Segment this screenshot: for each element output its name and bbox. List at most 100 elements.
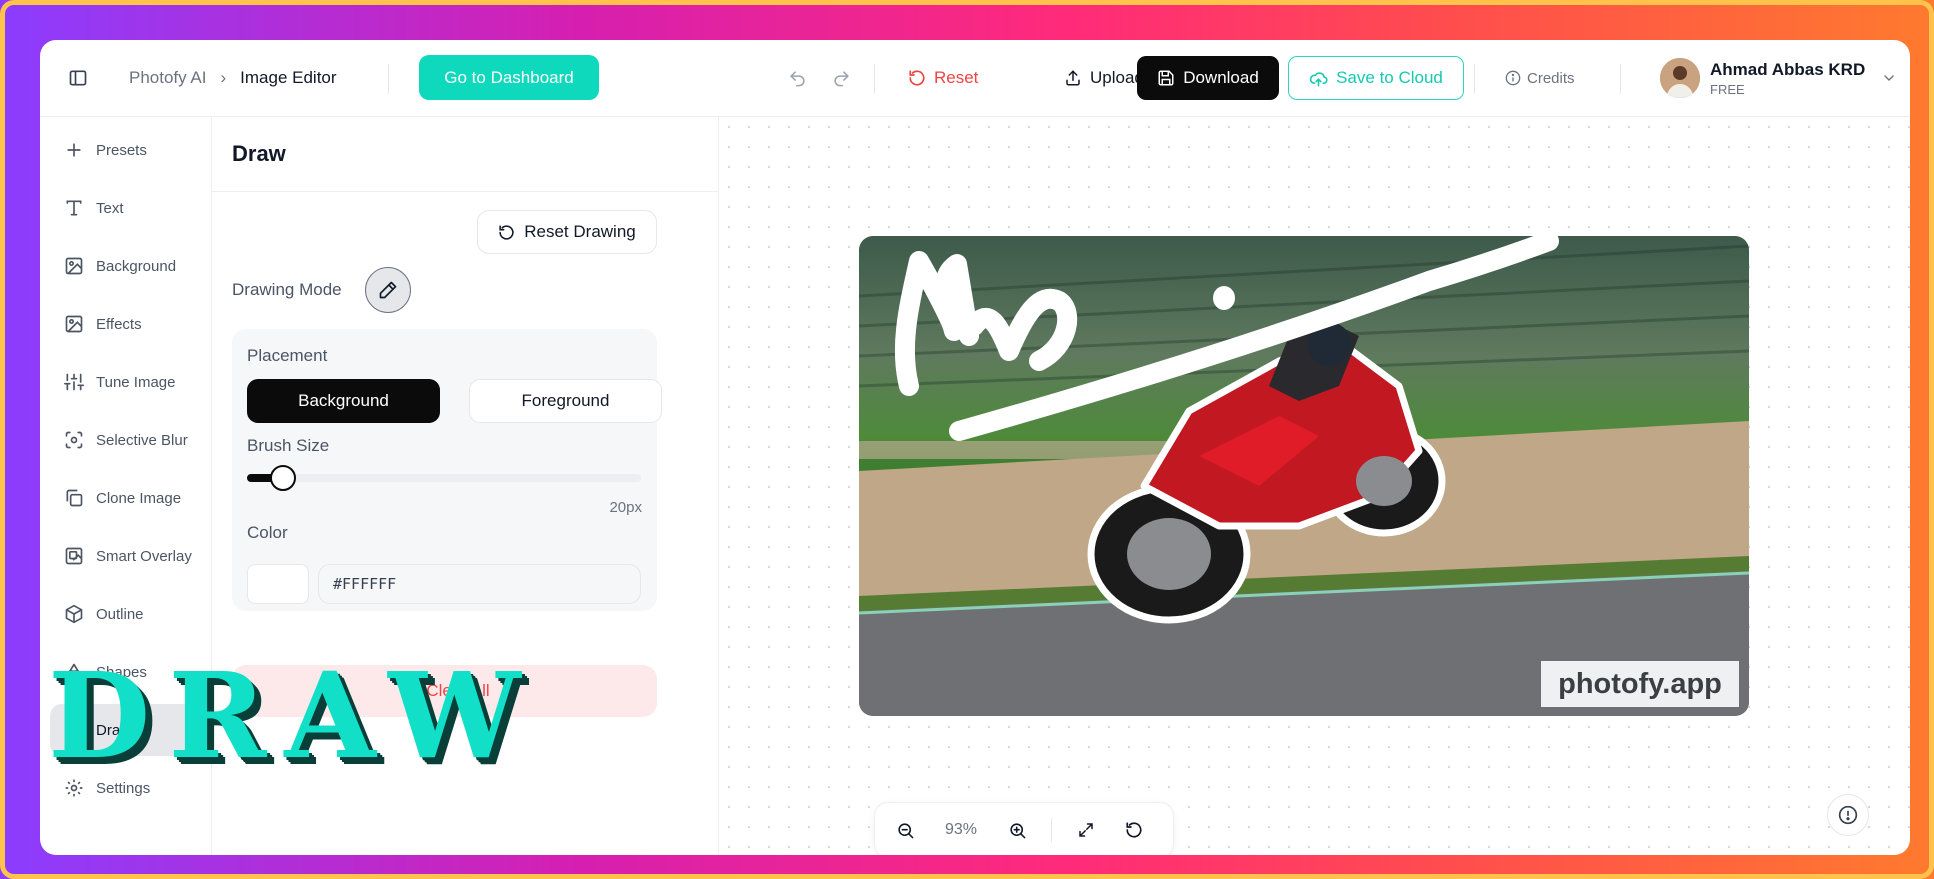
overlay-icon [65, 547, 83, 565]
user-plan: FREE [1710, 81, 1745, 97]
undo-icon [789, 70, 805, 86]
user-menu[interactable]: Ahmad Abbas KRD FREE [1660, 58, 1897, 98]
download-label: Download [1183, 68, 1259, 87]
top-bar: Photofy AI › Image Editor Go to Dashboar… [40, 40, 1910, 117]
rotate-ccw-icon [1126, 822, 1142, 838]
breadcrumb-current: Image Editor [240, 68, 337, 87]
app-window: Photofy AI › Image Editor Go to Dashboar… [40, 40, 1910, 855]
breadcrumb-separator: › [220, 68, 227, 87]
brush-size-slider[interactable] [247, 465, 641, 491]
reset-button[interactable]: Reset [898, 56, 988, 100]
cube-icon [65, 604, 83, 624]
user-name: Ahmad Abbas KRD [1710, 59, 1866, 79]
reset-drawing-label: Reset Drawing [524, 222, 636, 241]
sidebar-item-label: Effects [96, 315, 142, 333]
divider [388, 64, 389, 94]
info-icon [1505, 70, 1521, 86]
save-icon [1158, 70, 1174, 86]
sidebar-item-clone-image[interactable]: Clone Image [50, 472, 202, 524]
sidebar-item-text[interactable]: Text [50, 182, 202, 234]
panel-left-icon [69, 70, 87, 86]
zoom-out-button[interactable] [881, 802, 929, 855]
sidebar-item-outline[interactable]: Outline [50, 588, 202, 640]
draw-overlay-title: DRAW [48, 646, 539, 785]
sidebar-item-label: Presets [96, 141, 147, 159]
help-button[interactable] [1827, 794, 1869, 836]
upload-label: Upload [1090, 68, 1144, 87]
pencil-icon [379, 281, 397, 299]
sliders-icon [64, 373, 84, 391]
credits-button[interactable]: Credits [1505, 58, 1575, 98]
user-info: Ahmad Abbas KRD FREE [1710, 60, 1865, 97]
sidebar-item-label: Selective Blur [96, 431, 188, 449]
effects-icon [65, 315, 83, 333]
cloud-upload-icon [1309, 71, 1328, 86]
sidebar-item-selective-blur[interactable]: Selective Blur [50, 414, 202, 466]
sidebar-item-background[interactable]: Background [50, 240, 202, 292]
save-to-cloud-button[interactable]: Save to Cloud [1288, 56, 1464, 100]
reset-label: Reset [934, 68, 979, 87]
info-icon [1838, 805, 1858, 825]
user-photo-icon [1660, 58, 1700, 98]
divider [874, 64, 875, 94]
credits-label: Credits [1527, 69, 1575, 87]
placement-background-button[interactable]: Background [247, 379, 440, 423]
breadcrumb: Photofy AI › Image Editor [129, 68, 337, 88]
undo-button[interactable] [777, 58, 817, 98]
slider-handle[interactable] [270, 465, 296, 491]
sidebar-toggle-button[interactable] [58, 58, 98, 98]
drawing-mode-toggle[interactable] [365, 267, 411, 313]
go-to-dashboard-button[interactable]: Go to Dashboard [419, 55, 599, 100]
redo-icon [833, 70, 849, 86]
zoom-toolbar: 93% [874, 802, 1174, 855]
plus-icon [67, 143, 81, 157]
color-hex-input[interactable] [318, 564, 641, 604]
brush-size-value: 20px [609, 499, 642, 516]
zoom-in-button[interactable] [993, 802, 1041, 855]
upload-icon [1066, 70, 1080, 86]
divider [212, 191, 719, 192]
sidebar-item-presets[interactable]: Presets [50, 124, 202, 176]
sidebar-item-label: Text [96, 199, 124, 217]
image-icon [65, 257, 83, 275]
save-to-cloud-label: Save to Cloud [1336, 68, 1443, 87]
brush-size-label: Brush Size [247, 436, 330, 455]
rotate-ccw-icon [909, 70, 925, 86]
color-swatch[interactable] [247, 564, 309, 604]
sidebar-item-label: Outline [96, 605, 144, 623]
editor-canvas[interactable]: photofy.app 93% [719, 117, 1910, 855]
sidebar-item-tune-image[interactable]: Tune Image [50, 356, 202, 408]
reset-drawing-button[interactable]: Reset Drawing [477, 210, 657, 254]
rotate-ccw-icon [499, 224, 514, 240]
placement-label: Placement [247, 346, 328, 365]
color-label: Color [247, 523, 288, 542]
sidebar-item-label: Tune Image [96, 373, 176, 391]
breadcrumb-app[interactable]: Photofy AI [129, 68, 207, 88]
placement-foreground-button[interactable]: Foreground [469, 379, 662, 423]
avatar [1660, 58, 1700, 98]
watermark: photofy.app [1541, 661, 1739, 707]
zoom-level: 93% [944, 821, 978, 838]
divider [1474, 64, 1475, 94]
motorcycle-photo [859, 236, 1749, 716]
download-button[interactable]: Download [1137, 56, 1279, 100]
brush-settings-card: Placement Background Foreground Brush Si… [232, 329, 662, 611]
redo-button[interactable] [821, 58, 861, 98]
sidebar-item-smart-overlay[interactable]: Smart Overlay [50, 530, 202, 582]
sidebar-item-label: Clone Image [96, 489, 182, 507]
edited-photo[interactable]: photofy.app [859, 236, 1749, 716]
fit-screen-button[interactable] [1062, 802, 1110, 855]
reset-zoom-button[interactable] [1110, 802, 1158, 855]
text-icon [66, 200, 82, 216]
chevron-down-icon [1884, 75, 1894, 81]
panel-title: Draw [232, 141, 286, 166]
drawing-mode-label: Drawing Mode [232, 280, 342, 299]
sidebar-item-label: Background [96, 257, 177, 275]
sidebar-item-effects[interactable]: Effects [50, 298, 202, 350]
divider [1051, 818, 1052, 842]
zoom-out-icon [897, 822, 913, 838]
expand-icon [1079, 823, 1093, 837]
copy-icon [66, 489, 83, 507]
focus-icon [65, 431, 83, 449]
zoom-in-icon [1009, 822, 1025, 838]
